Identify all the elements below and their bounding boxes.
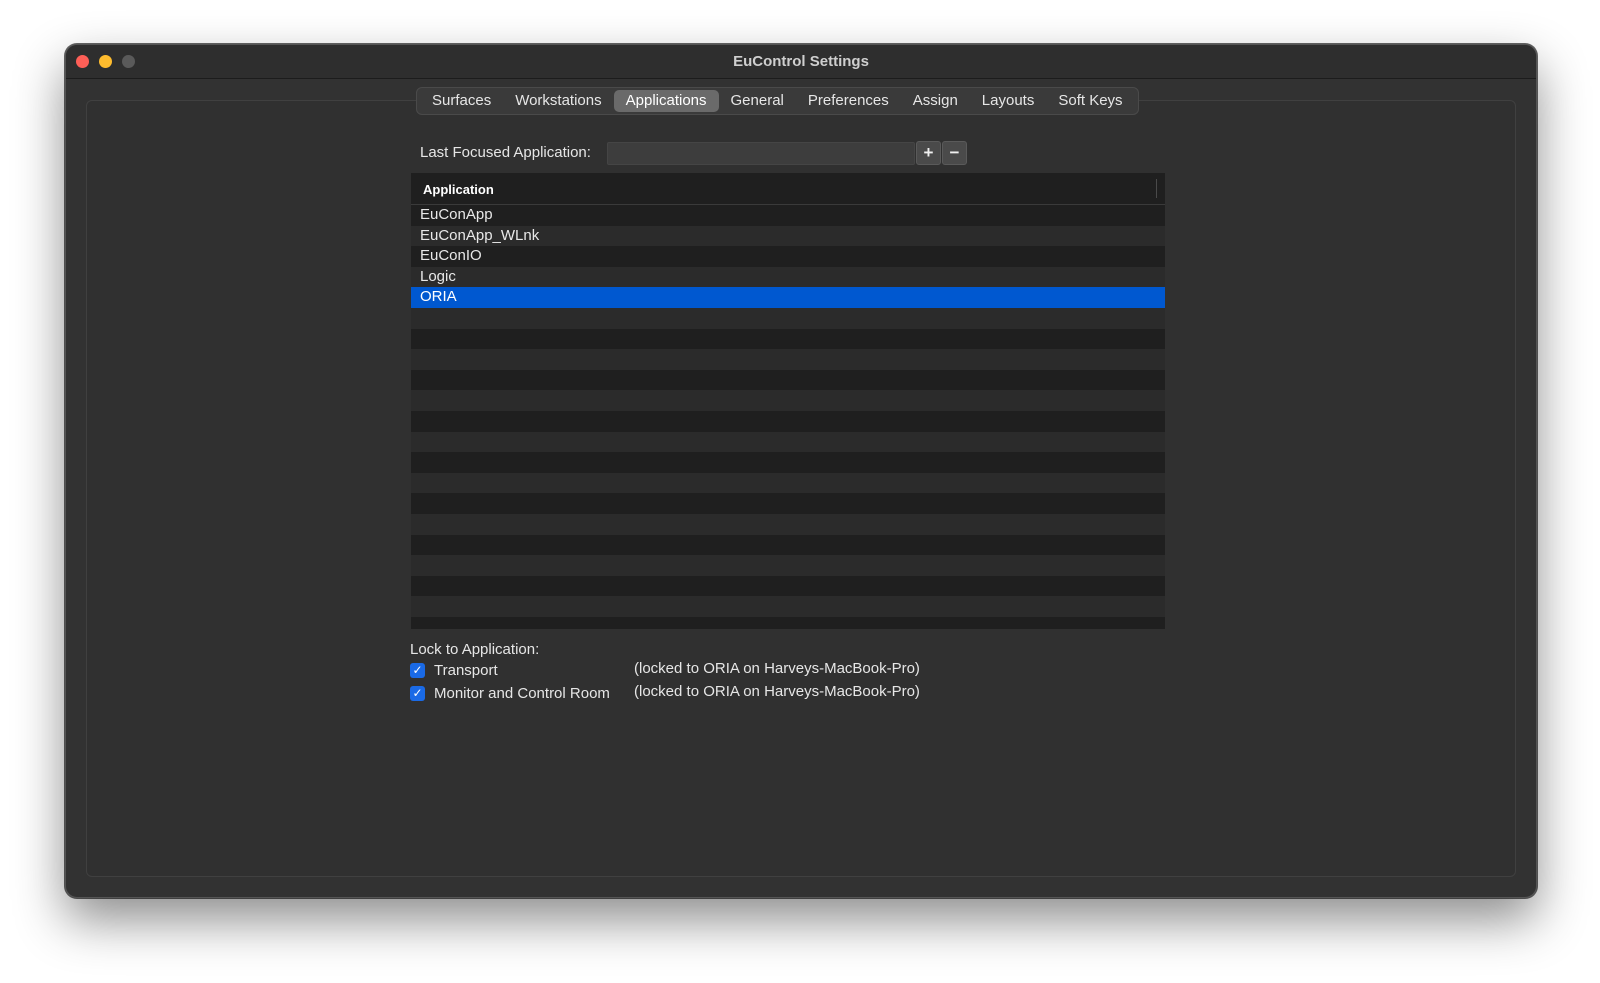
empty-table-row[interactable] <box>411 390 1165 411</box>
tab-preferences[interactable]: Preferences <box>796 90 901 112</box>
tab-layouts[interactable]: Layouts <box>970 90 1047 112</box>
empty-table-row[interactable] <box>411 328 1165 350</box>
last-focused-application-label: Last Focused Application: <box>420 144 591 161</box>
empty-table-row[interactable] <box>411 369 1165 391</box>
tab-applications[interactable]: Applications <box>613 90 719 112</box>
checkmark-icon: ✓ <box>412 663 423 677</box>
column-header-application[interactable]: Application <box>423 182 494 197</box>
window-title: EuControl Settings <box>733 53 869 70</box>
tab-assign[interactable]: Assign <box>901 90 970 112</box>
minus-icon: − <box>949 143 960 162</box>
empty-table-row[interactable] <box>411 596 1165 617</box>
table-row[interactable]: EuConApp_WLnk <box>411 225 1165 247</box>
lock-to-application-label: Lock to Application: <box>410 641 540 658</box>
monitor-control-room-lock-status: (locked to ORIA on Harveys-MacBook-Pro) <box>634 683 920 700</box>
empty-table-row[interactable] <box>411 555 1165 576</box>
monitor-control-room-checkbox[interactable]: ✓ <box>410 686 425 701</box>
table-row[interactable]: EuConApp <box>411 205 1165 226</box>
empty-table-row[interactable] <box>411 307 1165 329</box>
table-row-selected[interactable]: ORIA <box>411 287 1165 308</box>
plus-icon: + <box>923 143 934 162</box>
remove-application-button[interactable]: − <box>942 141 967 165</box>
empty-table-row[interactable] <box>411 534 1165 556</box>
empty-table-row[interactable] <box>411 410 1165 432</box>
monitor-control-room-lock-option[interactable]: ✓ Monitor and Control Room <box>410 685 610 702</box>
applications-table[interactable]: Application EuConApp EuConApp_WLnk EuCon… <box>411 173 1165 629</box>
column-separator <box>1156 179 1157 198</box>
transport-checkbox[interactable]: ✓ <box>410 663 425 678</box>
transport-lock-option[interactable]: ✓ Transport <box>410 662 498 679</box>
tab-general[interactable]: General <box>719 90 796 112</box>
table-row[interactable]: Logic <box>411 266 1165 288</box>
transport-label[interactable]: Transport <box>434 662 498 679</box>
empty-table-row[interactable] <box>411 575 1165 597</box>
checkmark-icon: ✓ <box>412 686 423 700</box>
empty-table-row[interactable] <box>411 513 1165 535</box>
last-focused-application-field[interactable] <box>607 142 915 165</box>
tab-soft-keys[interactable]: Soft Keys <box>1046 90 1134 112</box>
tab-surfaces[interactable]: Surfaces <box>420 90 503 112</box>
tab-workstations[interactable]: Workstations <box>503 90 613 112</box>
table-rows: EuConApp EuConApp_WLnk EuConIO Logic ORI… <box>411 205 1165 629</box>
tab-bar: Surfaces Workstations Applications Gener… <box>416 87 1139 115</box>
add-application-button[interactable]: + <box>916 141 941 165</box>
settings-window: EuControl Settings Surfaces Workstations… <box>65 44 1537 898</box>
transport-lock-status: (locked to ORIA on Harveys-MacBook-Pro) <box>634 660 920 677</box>
monitor-control-room-label[interactable]: Monitor and Control Room <box>434 685 610 702</box>
empty-table-row[interactable] <box>411 349 1165 370</box>
empty-table-row[interactable] <box>411 431 1165 453</box>
empty-table-row[interactable] <box>411 616 1165 629</box>
empty-table-row[interactable] <box>411 472 1165 494</box>
table-row[interactable]: EuConIO <box>411 246 1165 267</box>
title-bar[interactable]: EuControl Settings <box>66 45 1536 79</box>
empty-table-row[interactable] <box>411 452 1165 473</box>
table-header[interactable]: Application <box>411 173 1165 205</box>
empty-table-row[interactable] <box>411 493 1165 514</box>
